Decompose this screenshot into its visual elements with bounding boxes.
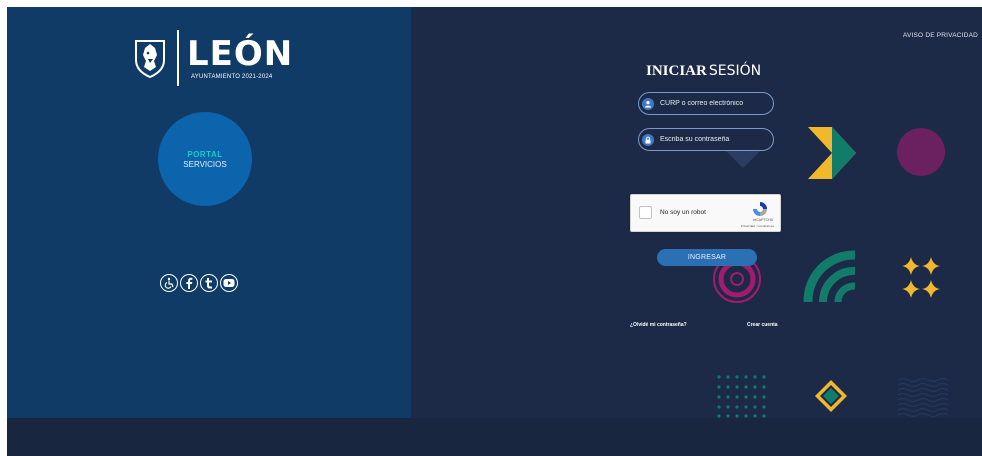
recaptcha-checkbox[interactable] [639, 206, 652, 219]
login-title-bold: INICIAR [646, 63, 707, 79]
password-input[interactable] [660, 136, 770, 143]
decorative-shapes [713, 127, 949, 418]
create-account-link[interactable]: Crear cuenta [747, 322, 778, 328]
green-arcs-shape [803, 250, 856, 303]
curp-email-field[interactable] [638, 92, 774, 115]
recaptcha-widget: No soy un robot reCAPTCHA Privacidad · C… [630, 194, 781, 232]
privacy-notice-link[interactable]: AVISO DE PRIVACIDAD [903, 32, 978, 39]
recaptcha-links[interactable]: Privacidad · Condiciones [741, 224, 774, 228]
green-arrow-shape [832, 127, 856, 179]
forgot-password-link[interactable]: ¿Olvidé mi contraseña? [630, 322, 687, 328]
teal-dots-shape [717, 375, 766, 418]
login-title-light: SESIÓN [708, 63, 762, 79]
purple-circle-shape [897, 128, 945, 176]
yellow-sparkles-shape [902, 257, 940, 298]
ingresar-button[interactable]: INGRESAR [657, 249, 757, 266]
password-field[interactable] [638, 128, 774, 151]
wavy-pattern-shape [897, 377, 949, 418]
bubble-pointer-shape [726, 151, 760, 168]
recaptcha-logo-icon [753, 202, 767, 216]
curp-email-input[interactable] [660, 100, 770, 107]
recaptcha-label: No soy un robot [660, 209, 706, 216]
recaptcha-brand: reCAPTCHA [753, 218, 773, 222]
lock-icon [642, 133, 654, 146]
login-title: INICIAR SESIÓN [646, 62, 761, 80]
user-icon [642, 97, 654, 110]
diamond-shape [815, 380, 847, 412]
